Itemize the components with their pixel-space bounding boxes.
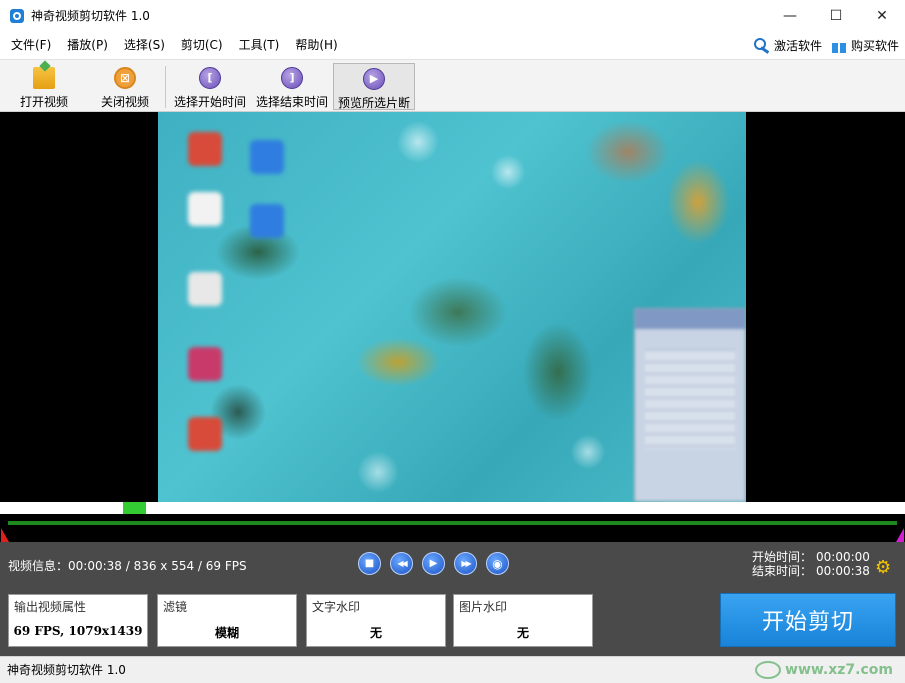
- blurred-desktop-icon: [188, 192, 222, 226]
- end-time-label: 结束时间：: [752, 564, 813, 578]
- fast-forward-icon[interactable]: ▶▶: [454, 552, 477, 575]
- open-video-label: 打开视频: [19, 95, 68, 109]
- app-icon: [10, 8, 24, 23]
- open-video-button[interactable]: 打开视频: [14, 63, 74, 110]
- blurred-desktop-icon: [250, 140, 284, 174]
- activate-software-link[interactable]: 激活软件: [753, 37, 822, 54]
- activate-label: 激活软件: [773, 38, 822, 53]
- video-frame: [158, 112, 746, 502]
- output-properties-box[interactable]: 输出视频属性 69 FPS, 1079x1439: [8, 594, 148, 647]
- preview-selection-button[interactable]: ▶ 预览所选片断: [333, 63, 415, 110]
- selected-range-line: [8, 521, 897, 525]
- start-time-label: 开始时间：: [752, 550, 813, 564]
- start-time-row: 开始时间： 00:00:00: [752, 550, 870, 564]
- video-viewport[interactable]: [0, 112, 905, 502]
- text-watermark-box[interactable]: 文字水印 无: [306, 594, 446, 647]
- blurred-window: [634, 308, 746, 502]
- playback-controls: ■ ◀◀ ▶ ▶▶ ◉: [358, 552, 509, 575]
- camera-icon[interactable]: ◉: [486, 552, 509, 575]
- video-info: 视频信息：00:00:38 / 836 x 554 / 69 FPS: [8, 559, 247, 573]
- close-video-label: 关闭视频: [100, 95, 149, 109]
- close-video-icon: [114, 67, 136, 89]
- select-end-time-button[interactable]: ] 选择结束时间: [254, 63, 330, 110]
- status-text: 神奇视频剪切软件 1.0: [7, 663, 126, 677]
- end-marker[interactable]: [896, 528, 904, 542]
- window-title: 神奇视频剪切软件 1.0: [31, 9, 150, 23]
- menu-help[interactable]: 帮助(H): [287, 31, 345, 59]
- blurred-desktop-icon: [188, 132, 222, 166]
- menu-file[interactable]: 文件(F): [3, 31, 59, 59]
- start-marker[interactable]: [1, 528, 9, 542]
- bracket-left-icon: [: [199, 67, 221, 89]
- site-watermark-text: www.xz7.com: [785, 662, 893, 678]
- image-watermark-box[interactable]: 图片水印 无: [453, 594, 593, 647]
- play-icon[interactable]: ▶: [422, 552, 445, 575]
- filter-box[interactable]: 滤镜 模糊: [157, 594, 297, 647]
- toolbar: 打开视频 关闭视频 [ 选择开始时间 ] 选择结束时间 ▶ 预览所选片断: [0, 59, 905, 112]
- maximize-button[interactable]: ☐: [813, 0, 859, 31]
- blurred-desktop-icon: [188, 272, 222, 306]
- blurred-desktop-icon: [250, 204, 284, 238]
- image-watermark-label: 图片水印: [459, 600, 508, 614]
- status-bar: 神奇视频剪切软件 1.0 www.xz7.com: [0, 656, 905, 683]
- key-icon: [753, 37, 771, 53]
- start-time-value: 00:00:00: [816, 550, 870, 564]
- select-start-label: 选择开始时间: [173, 95, 246, 109]
- buy-software-link[interactable]: 购买软件: [830, 37, 899, 54]
- close-video-button[interactable]: 关闭视频: [95, 63, 155, 110]
- filter-value: 模糊: [214, 626, 239, 640]
- blurred-desktop-icon: [188, 417, 222, 451]
- menu-select[interactable]: 选择(S): [116, 31, 173, 59]
- end-time-value: 00:00:38: [816, 564, 870, 578]
- output-properties-label: 输出视频属性: [14, 600, 87, 614]
- gift-icon: [830, 37, 848, 53]
- image-watermark-value: 无: [516, 626, 529, 640]
- minimize-button[interactable]: —: [767, 0, 813, 31]
- toolbar-divider: [165, 66, 166, 108]
- control-panel: 视频信息：00:00:38 / 836 x 554 / 69 FPS ■ ◀◀ …: [0, 542, 905, 656]
- menu-play[interactable]: 播放(P): [59, 31, 116, 59]
- end-time-row: 结束时间： 00:00:38: [752, 564, 870, 578]
- site-logo-icon: [755, 661, 782, 679]
- menu-tools[interactable]: 工具(T): [231, 31, 288, 59]
- stop-icon[interactable]: ■: [358, 552, 381, 575]
- start-cut-button[interactable]: 开始剪切: [720, 593, 896, 647]
- title-bar: 神奇视频剪切软件 1.0 — ☐ ✕: [0, 0, 905, 31]
- text-watermark-value: 无: [369, 626, 382, 640]
- progress-thumb[interactable]: [123, 502, 146, 514]
- preview-label: 预览所选片断: [337, 96, 410, 110]
- gear-icon[interactable]: ⚙: [875, 559, 891, 577]
- close-button[interactable]: ✕: [859, 0, 905, 31]
- menu-bar: 文件(F) 播放(P) 选择(S) 剪切(C) 工具(T) 帮助(H) 激活软件…: [0, 31, 905, 59]
- playback-progress-bar[interactable]: [0, 502, 905, 514]
- time-range-display: 开始时间： 00:00:00 结束时间： 00:00:38: [752, 550, 870, 578]
- open-folder-icon: [33, 67, 55, 89]
- filter-label: 滤镜: [163, 600, 188, 614]
- buy-label: 购买软件: [850, 38, 899, 53]
- text-watermark-label: 文字水印: [312, 600, 361, 614]
- range-timeline[interactable]: [0, 514, 905, 542]
- menu-cut[interactable]: 剪切(C): [173, 31, 231, 59]
- select-end-label: 选择结束时间: [255, 95, 328, 109]
- window-controls: — ☐ ✕: [767, 0, 905, 31]
- select-start-time-button[interactable]: [ 选择开始时间: [172, 63, 248, 110]
- rewind-icon[interactable]: ◀◀: [390, 552, 413, 575]
- play-circle-icon: ▶: [363, 68, 385, 90]
- blurred-desktop-icon: [188, 347, 222, 381]
- bracket-right-icon: ]: [281, 67, 303, 89]
- site-watermark: www.xz7.com: [755, 657, 893, 683]
- output-properties-value: 69 FPS, 1079x1439: [13, 624, 143, 638]
